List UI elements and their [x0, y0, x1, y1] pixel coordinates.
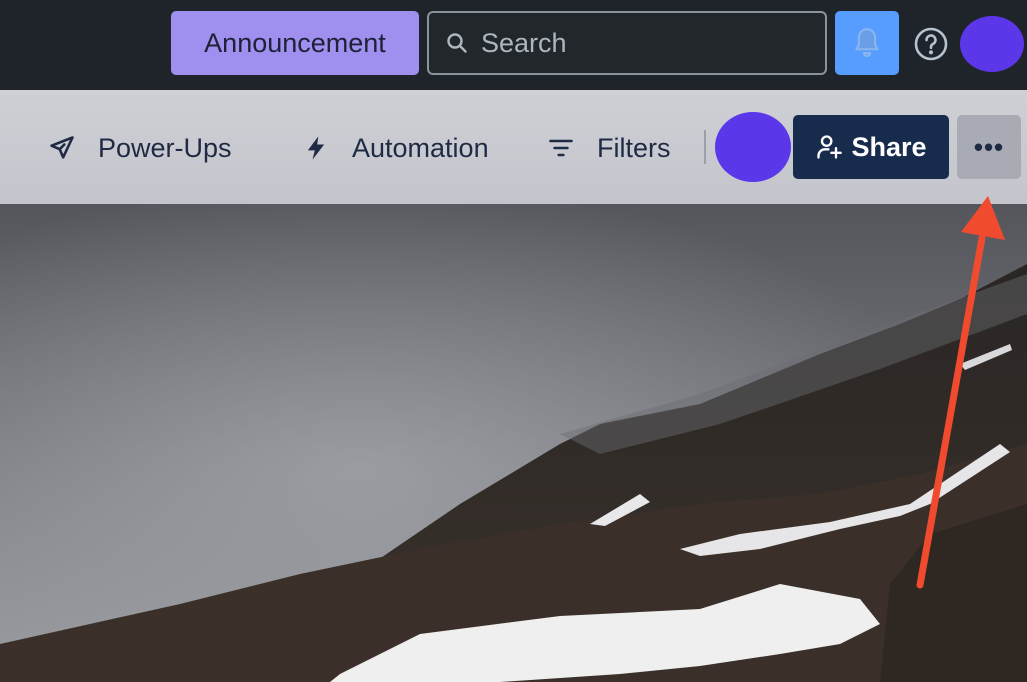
powerups-label: Power-Ups: [98, 132, 232, 163]
filters-button[interactable]: Filters: [547, 123, 671, 173]
filter-icon: [549, 139, 573, 157]
automation-label: Automation: [352, 132, 489, 163]
share-button[interactable]: Share: [793, 115, 949, 179]
lightning-icon: [307, 136, 325, 160]
help-icon[interactable]: [913, 26, 949, 62]
search-input[interactable]: [481, 27, 801, 59]
board-background-image: [0, 204, 1027, 682]
bell-icon: [855, 28, 879, 58]
announcement-button[interactable]: Announcement: [171, 11, 419, 75]
powerups-button[interactable]: Power-Ups: [48, 123, 232, 173]
rocket-icon: [50, 136, 74, 159]
automation-button[interactable]: Automation: [302, 123, 489, 173]
search-icon: [447, 33, 467, 53]
filters-label: Filters: [597, 132, 671, 163]
add-user-icon: [817, 135, 843, 159]
board-header: Power-Ups Automation Filters Share •••: [0, 90, 1027, 204]
notifications-button[interactable]: [835, 11, 899, 75]
user-avatar[interactable]: [960, 16, 1024, 72]
search-field[interactable]: [427, 11, 827, 75]
ellipsis-icon: •••: [973, 131, 1005, 162]
share-label: Share: [851, 131, 927, 162]
header-divider: [704, 130, 706, 164]
more-button[interactable]: •••: [957, 115, 1021, 179]
top-navigation-bar: Announcement: [0, 0, 1027, 90]
member-avatar[interactable]: [715, 112, 791, 182]
